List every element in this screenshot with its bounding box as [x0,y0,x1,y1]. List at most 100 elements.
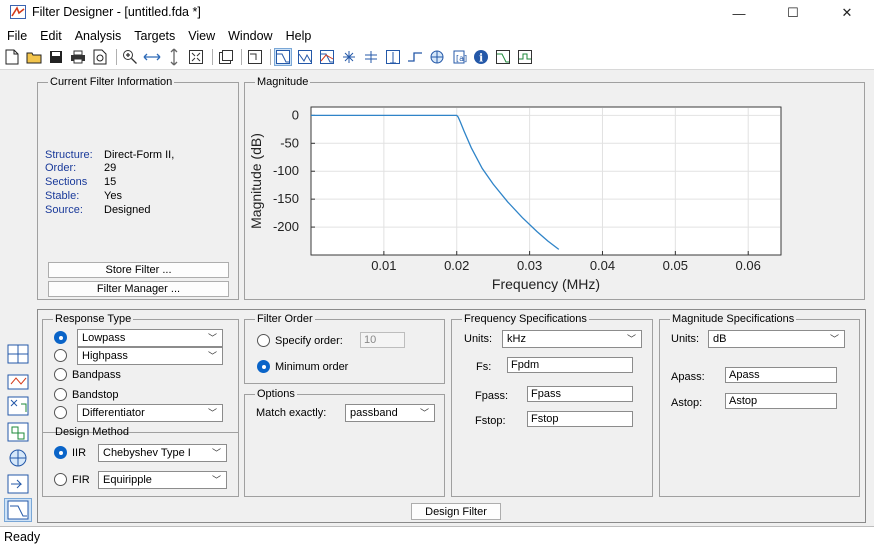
svg-text:[a]: [a] [456,54,467,63]
differentiator-dropdown[interactable]: Differentiator ﹀ [77,404,223,422]
chevron-down-icon: ﹀ [211,475,221,485]
svg-text:i: i [479,52,483,65]
menu-edit[interactable]: Edit [40,26,62,46]
stable-label: Stable: [45,190,80,202]
full-view-icon[interactable] [187,48,205,66]
source-value: Designed [104,204,151,216]
highpass-radio[interactable] [54,349,67,362]
realize-model-icon[interactable] [4,446,32,470]
new-window-icon[interactable] [217,48,235,66]
magnitude-response-icon[interactable] [274,48,292,66]
design-filter-button[interactable]: Design Filter [411,503,501,520]
menu-view[interactable]: View [188,26,215,46]
minimize-button[interactable]: — [716,0,762,26]
title-bar: Filter Designer - [untitled.fda *] — ☐ ✕ [0,0,874,26]
filter-info-icon[interactable]: i [472,48,490,66]
filter-coefficients-icon[interactable]: [a] [450,48,468,66]
specify-order-label: Specify order: [275,335,343,347]
specify-order-radio[interactable] [257,334,270,347]
step-response-icon[interactable] [406,48,424,66]
menu-help[interactable]: Help [286,26,312,46]
save-icon[interactable] [47,48,65,66]
mag-units-dropdown[interactable]: dB ﹀ [708,330,845,348]
zoom-y-icon[interactable] [165,48,183,66]
maximize-button[interactable]: ☐ [770,0,816,26]
order-label: Order: [45,162,77,174]
window-title: Filter Designer - [untitled.fda *] [32,5,201,19]
magnitude-phase-icon[interactable] [318,48,336,66]
close-button[interactable]: ✕ [824,0,870,26]
zoom-x-icon[interactable] [143,48,161,66]
fpass-input[interactable]: Fpass [527,386,633,402]
menu-window[interactable]: Window [228,26,272,46]
fir-radio[interactable] [54,473,67,486]
group-delay-icon[interactable] [340,48,358,66]
set-quantization-icon[interactable] [4,420,32,444]
bandpass-label[interactable]: Bandpass [72,369,121,381]
options-legend: Options [257,388,295,400]
filter-manager-button[interactable]: Filter Manager ... [48,281,229,297]
import-filter-icon[interactable] [4,472,32,496]
filter-order-panel: Filter Order [244,313,445,384]
design-filter-icon[interactable] [4,498,32,522]
print-icon[interactable] [69,48,87,66]
lowpass-radio[interactable] [54,331,67,344]
phase-response-icon[interactable] [296,48,314,66]
y-tick-label: -150 [273,191,299,206]
new-file-icon[interactable] [3,48,21,66]
plot-area [310,106,782,256]
menu-targets[interactable]: Targets [134,26,175,46]
menu-bar: File Edit Analysis Targets View Window H… [0,26,874,46]
store-filter-button[interactable]: Store Filter ... [48,262,229,278]
highpass-dropdown[interactable]: Highpass ﹀ [77,347,223,365]
match-exactly-dropdown[interactable]: passband ﹀ [345,404,435,422]
chevron-down-icon: ﹀ [207,333,217,343]
filter-designer-app-icon [10,5,26,19]
impulse-response-icon[interactable] [384,48,402,66]
bandstop-radio[interactable] [54,388,67,401]
bandpass-radio[interactable] [54,368,67,381]
pole-zero-icon[interactable] [428,48,446,66]
iir-radio[interactable] [54,446,67,459]
chevron-down-icon: ﹀ [211,448,221,458]
zoom-in-icon[interactable] [121,48,139,66]
iir-label: IIR [72,447,87,459]
fstop-input[interactable]: Fstop [527,411,633,427]
x-tick-label: 0.01 [371,258,396,273]
chevron-down-icon: ﹀ [419,408,429,418]
x-tick-label: 0.02 [444,258,469,273]
differentiator-radio[interactable] [54,406,67,419]
chevron-down-icon: ﹀ [829,334,839,344]
y-tick-label: 0 [292,107,299,122]
fs-label: Fs: [476,361,492,373]
create-multirate-icon[interactable] [4,368,32,392]
y-axis-label: Magnitude (dB) [248,133,264,229]
transform-filter-icon[interactable] [4,342,32,366]
pole-zero-editor-icon[interactable] [4,394,32,418]
bandstop-label[interactable]: Bandstop [72,389,118,401]
menu-file[interactable]: File [7,26,27,46]
mag-units-value: dB [713,333,727,345]
astop-input[interactable]: Astop [725,393,837,409]
fs-input[interactable]: Fpdm [507,357,633,373]
fir-method-value: Equiripple [103,474,152,486]
fir-label: FIR [72,474,90,486]
open-folder-icon[interactable] [25,48,43,66]
differentiator-value: Differentiator [82,407,145,419]
apass-input[interactable]: Apass [725,367,837,383]
magnitude-estimate-icon[interactable] [494,48,512,66]
round-off-noise-icon[interactable] [516,48,534,66]
x-axis-label: Frequency (MHz) [492,276,600,292]
lowpass-dropdown[interactable]: Lowpass ﹀ [77,329,223,347]
print-preview-icon[interactable] [91,48,109,66]
apass-label: Apass: [671,371,705,383]
phase-delay-icon[interactable] [362,48,380,66]
freq-units-dropdown[interactable]: kHz ﹀ [502,330,642,348]
iir-method-dropdown[interactable]: Chebyshev Type I ﹀ [98,444,227,462]
filter-specs-icon[interactable] [246,48,264,66]
minimum-order-radio[interactable] [257,360,270,373]
menu-analysis[interactable]: Analysis [75,26,122,46]
order-input[interactable]: 10 [360,332,405,348]
x-tick-label: 0.06 [736,258,761,273]
fir-method-dropdown[interactable]: Equiripple ﹀ [98,471,227,489]
